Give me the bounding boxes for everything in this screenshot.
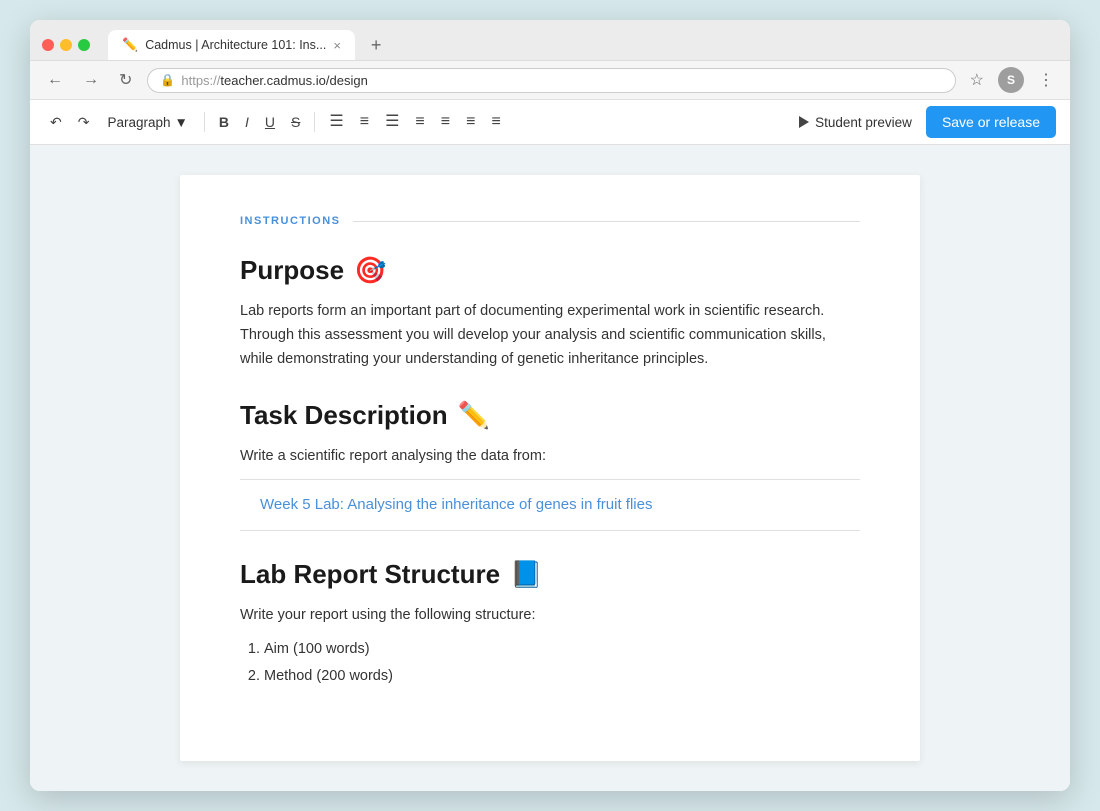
active-tab[interactable]: ✏️ Cadmus | Architecture 101: Ins... × xyxy=(108,30,355,60)
instructions-text: INSTRUCTIONS xyxy=(240,215,341,227)
address-text: https://teacher.cadmus.io/design xyxy=(181,73,367,88)
paragraph-label: Paragraph xyxy=(107,115,170,130)
new-tab-button[interactable]: + xyxy=(363,31,390,60)
italic-button[interactable]: I xyxy=(239,111,255,133)
align-left-button[interactable]: ☰ xyxy=(323,110,349,134)
lock-icon: 🔒 xyxy=(160,73,175,87)
list-button[interactable]: ≡ xyxy=(485,110,506,134)
window-controls xyxy=(42,39,90,51)
lab-report-heading: Lab Report Structure 📘 xyxy=(240,559,860,590)
reload-button[interactable]: ↻ xyxy=(114,68,137,92)
tab-row: ✏️ Cadmus | Architecture 101: Ins... × + xyxy=(30,20,1070,60)
lab-link-text[interactable]: Week 5 Lab: Analysing the inheritance of… xyxy=(260,496,652,513)
align-center-button[interactable]: ≡ xyxy=(354,110,375,134)
url-domain: teacher.cadmus.io xyxy=(220,73,326,88)
browser-window: ✏️ Cadmus | Architecture 101: Ins... × +… xyxy=(30,20,1070,791)
list-item: Method (200 words) xyxy=(264,663,860,691)
student-preview-label: Student preview xyxy=(815,115,912,130)
indent-button[interactable]: ≡ xyxy=(435,110,456,134)
document-page: INSTRUCTIONS Purpose 🎯 Lab reports form … xyxy=(180,175,920,761)
lab-report-section: Lab Report Structure 📘 Write your report… xyxy=(240,559,860,691)
purpose-body: Lab reports form an important part of do… xyxy=(240,300,860,372)
toolbar-separator-2 xyxy=(314,112,315,132)
strikethrough-button[interactable]: S xyxy=(285,111,306,133)
close-window-dot[interactable] xyxy=(42,39,54,51)
editor-toolbar: ↶ ↷ Paragraph ▼ B I U S ☰ ≡ ☰ ≡ ≡ ≡ ≡ St… xyxy=(30,99,1070,145)
align-right-button[interactable]: ☰ xyxy=(379,110,405,134)
paragraph-select[interactable]: Paragraph ▼ xyxy=(99,111,195,134)
title-bar: ✏️ Cadmus | Architecture 101: Ins... × +… xyxy=(30,20,1070,99)
url-protocol: https:// xyxy=(181,73,220,88)
underline-button[interactable]: U xyxy=(259,111,281,133)
list-item: Aim (100 words) xyxy=(264,636,860,664)
purpose-emoji: 🎯 xyxy=(354,255,386,286)
maximize-window-dot[interactable] xyxy=(78,39,90,51)
redo-button[interactable]: ↷ xyxy=(72,111,96,133)
outdent-button[interactable]: ≡ xyxy=(460,110,481,134)
undo-button[interactable]: ↶ xyxy=(44,111,68,133)
task-description-body: Write a scientific report analysing the … xyxy=(240,445,860,469)
task-description-heading: Task Description ✏️ xyxy=(240,400,860,431)
bold-button[interactable]: B xyxy=(213,111,235,133)
purpose-section: Purpose 🎯 Lab reports form an important … xyxy=(240,255,860,372)
instructions-label: INSTRUCTIONS xyxy=(240,215,860,227)
save-release-button[interactable]: Save or release xyxy=(926,106,1056,138)
task-description-section: Task Description ✏️ Write a scientific r… xyxy=(240,400,860,531)
avatar[interactable]: S xyxy=(998,67,1024,93)
browser-actions: ☆ S ⋮ xyxy=(966,67,1058,93)
url-path: /design xyxy=(326,73,368,88)
minimize-window-dot[interactable] xyxy=(60,39,72,51)
toolbar-separator-1 xyxy=(204,112,205,132)
lab-link-box: Week 5 Lab: Analysing the inheritance of… xyxy=(240,479,860,531)
play-icon xyxy=(799,116,809,128)
tab-favicon-icon: ✏️ xyxy=(122,37,138,53)
justify-button[interactable]: ≡ xyxy=(409,110,430,134)
lab-report-list: Aim (100 words) Method (200 words) xyxy=(240,636,860,691)
lab-report-emoji: 📘 xyxy=(510,559,542,590)
address-bar-row: ← → ↻ 🔒 https://teacher.cadmus.io/design… xyxy=(30,60,1070,99)
task-description-emoji: ✏️ xyxy=(458,400,490,431)
paragraph-chevron-icon: ▼ xyxy=(175,115,188,130)
bookmark-button[interactable]: ☆ xyxy=(966,68,988,92)
instructions-line xyxy=(353,221,861,222)
menu-button[interactable]: ⋮ xyxy=(1034,68,1058,92)
back-button[interactable]: ← xyxy=(42,69,68,91)
forward-button[interactable]: → xyxy=(78,69,104,91)
student-preview-button[interactable]: Student preview xyxy=(789,109,922,136)
address-box[interactable]: 🔒 https://teacher.cadmus.io/design xyxy=(147,68,955,93)
tab-title: Cadmus | Architecture 101: Ins... xyxy=(145,38,326,52)
lab-report-body: Write your report using the following st… xyxy=(240,604,860,628)
tab-close-button[interactable]: × xyxy=(333,38,341,53)
purpose-heading: Purpose 🎯 xyxy=(240,255,860,286)
content-area: INSTRUCTIONS Purpose 🎯 Lab reports form … xyxy=(30,145,1070,791)
